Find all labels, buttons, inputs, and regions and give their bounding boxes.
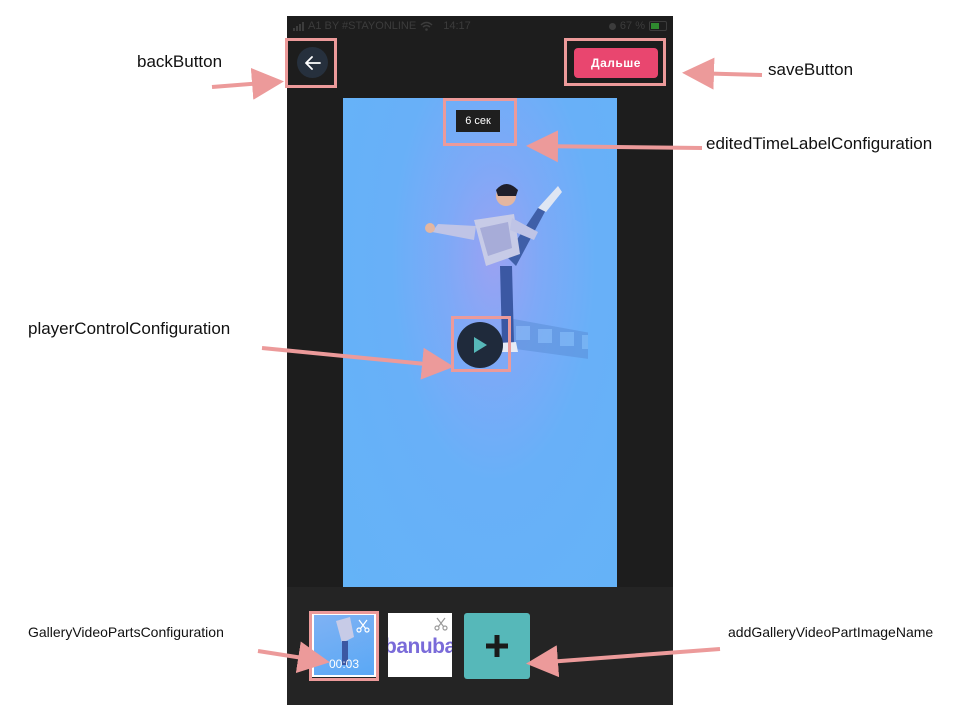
annotation-arrows [211,57,763,678]
label-gallery-parts: GalleryVideoPartsConfiguration [28,624,224,640]
arrow-time-label [526,130,703,163]
arrow-add-part [526,645,721,678]
arrow-gallery-parts [257,641,330,674]
label-player-control: playerControlConfiguration [28,319,231,338]
label-edited-time: editedTimeLabelConfiguration [706,134,933,153]
label-save-button: saveButton [768,60,854,79]
label-back-button: backButton [137,52,223,71]
arrow-back-button [211,67,284,100]
label-add-part: addGalleryVideoPartImageName [728,624,934,640]
arrow-player-control [261,346,454,380]
arrow-save-button [682,57,763,90]
